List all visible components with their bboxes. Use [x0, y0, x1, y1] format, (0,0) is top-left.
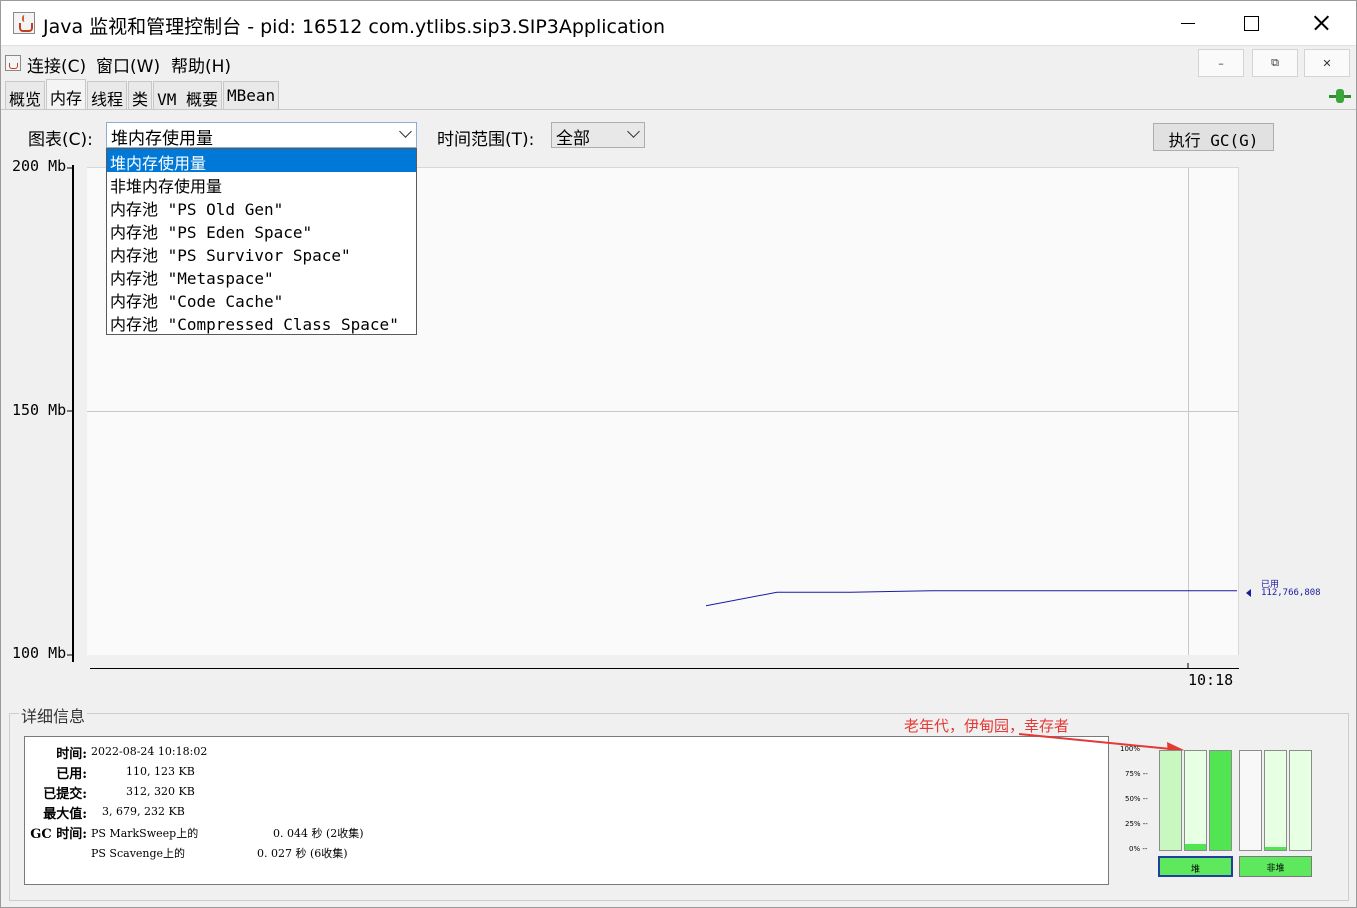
pool-fill: [1210, 751, 1231, 850]
detail-key-time: 时间:: [56, 747, 87, 762]
dropdown-option[interactable]: 内存池 "PS Eden Space": [107, 218, 416, 242]
pct-label: 0% --: [1129, 845, 1148, 853]
gc-collector-name: PS MarkSweep上的: [91, 827, 199, 840]
used-series-line: [705, 590, 1237, 607]
pct-label: 50% --: [1125, 795, 1148, 803]
dropdown-option[interactable]: 内存池 "Compressed Class Space": [107, 310, 416, 334]
dropdown-option[interactable]: 内存池 "PS Survivor Space": [107, 241, 416, 265]
nonheap-pool-bar[interactable]: [1289, 750, 1312, 851]
heap-button[interactable]: 堆: [1158, 856, 1233, 877]
heap-pool-bar[interactable]: [1184, 750, 1207, 851]
pct-label: 25% --: [1125, 820, 1148, 828]
detail-key-used: 已用:: [56, 767, 87, 782]
pool-fill: [1185, 844, 1206, 850]
dropdown-option[interactable]: 内存池 "Code Cache": [107, 287, 416, 311]
jconsole-window: Java 监视和管理控制台 - pid: 16512 com.ytlibs.si…: [0, 0, 1357, 908]
gc-collector-value: 0. 044 秒 (2收集): [273, 827, 364, 840]
detail-key-gc-time: GC 时间:: [30, 827, 87, 842]
gc-collector-name: PS Scavenge上的: [91, 847, 186, 860]
detail-value-max: 3, 679, 232 KB: [102, 805, 185, 818]
detail-key-max: 最大值:: [43, 807, 87, 822]
series-current-value: 112,766,808: [1261, 588, 1321, 598]
nonheap-pool-bar[interactable]: [1239, 750, 1262, 851]
annotation-text: 老年代，伊甸园，幸存者: [904, 717, 1070, 735]
pct-label: 100%: [1120, 745, 1141, 753]
dropdown-option[interactable]: 堆内存使用量: [107, 149, 416, 173]
gc-collector-value: 0. 027 秒 (6收集): [257, 847, 348, 860]
dropdown-option[interactable]: 内存池 "PS Old Gen": [107, 195, 416, 219]
detail-key-committed: 已提交:: [43, 787, 87, 802]
chart-select-dropdown: 堆内存使用量 非堆内存使用量 内存池 "PS Old Gen" 内存池 "PS …: [106, 148, 417, 335]
detail-value-time: 2022-08-24 10:18:02: [91, 745, 208, 758]
pct-label: 75% --: [1125, 770, 1148, 778]
detail-value-used: 110, 123 KB: [126, 765, 195, 778]
dropdown-option[interactable]: 非堆内存使用量: [107, 172, 416, 196]
details-title: 详细信息: [19, 703, 88, 727]
detail-value-committed: 312, 320 KB: [126, 785, 195, 798]
nonheap-pool-bar[interactable]: [1264, 750, 1287, 851]
heap-pool-bar[interactable]: [1209, 750, 1232, 851]
nonheap-button[interactable]: 非堆: [1239, 856, 1312, 877]
dropdown-option[interactable]: 内存池 "Metaspace": [107, 264, 416, 288]
pool-fill: [1265, 847, 1286, 850]
series-pointer-icon: [1246, 589, 1251, 597]
heap-pool-bar[interactable]: [1159, 750, 1182, 851]
details-content: 时间: 2022-08-24 10:18:02 已用: 110, 123 KB …: [24, 736, 1109, 885]
